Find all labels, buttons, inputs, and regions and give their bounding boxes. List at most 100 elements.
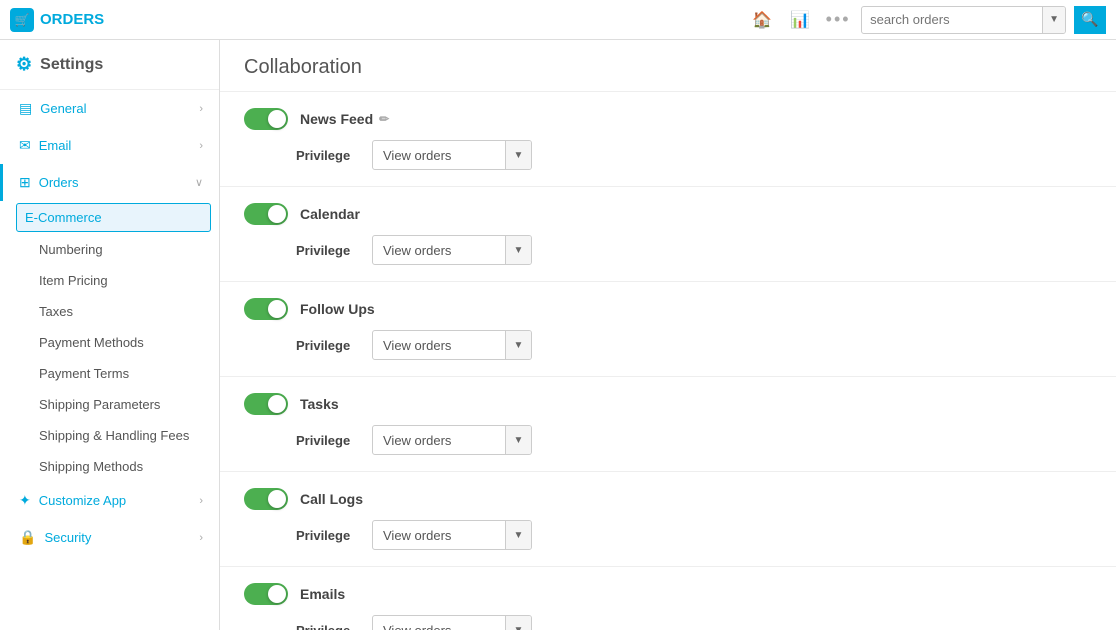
row-title-calendar: Calendar	[300, 206, 360, 222]
logo-icon: 🛒	[10, 8, 34, 32]
collab-row-follow-ups: Follow Ups Privilege View orders ▼	[220, 282, 1116, 377]
edit-icon[interactable]: ✏	[379, 112, 389, 126]
general-icon: ▤	[19, 100, 32, 117]
sidebar-sub-item-shipping-handling-fees[interactable]: Shipping & Handling Fees	[0, 420, 219, 451]
privilege-dropdown-arrow[interactable]: ▼	[505, 616, 531, 630]
lock-icon: 🔒	[19, 529, 36, 546]
privilege-label-call-logs: Privilege	[296, 528, 356, 543]
toggle-knob	[268, 110, 286, 128]
sidebar: ⚙ Settings ▤ General › ✉ Email › ⊞ Order…	[0, 40, 220, 630]
privilege-dropdown-arrow[interactable]: ▼	[505, 521, 531, 549]
sidebar-sub-item-payment-terms[interactable]: Payment Terms	[0, 358, 219, 389]
privilege-value-call-logs: View orders	[373, 528, 505, 543]
email-icon: ✉	[19, 137, 31, 154]
sidebar-label-general: General	[40, 101, 86, 116]
row-top-tasks: Tasks	[244, 393, 1092, 415]
collab-row-news-feed: News Feed ✏ Privilege View orders ▼	[220, 92, 1116, 187]
privilege-row-follow-ups: Privilege View orders ▼	[244, 330, 1092, 360]
customize-icon: ✦	[19, 492, 31, 509]
privilege-label-news-feed: Privilege	[296, 148, 356, 163]
row-top-emails: Emails	[244, 583, 1092, 605]
app-logo: 🛒 ORDERS	[10, 8, 104, 32]
row-top-call-logs: Call Logs	[244, 488, 1092, 510]
privilege-select-follow-ups[interactable]: View orders ▼	[372, 330, 532, 360]
sidebar-sub-item-ecommerce[interactable]: E-Commerce	[16, 203, 211, 232]
privilege-value-tasks: View orders	[373, 433, 505, 448]
privilege-label-calendar: Privilege	[296, 243, 356, 258]
more-icon[interactable]: •••	[823, 5, 853, 35]
sidebar-item-orders[interactable]: ⊞ Orders ∨	[0, 164, 219, 201]
privilege-label-emails: Privilege	[296, 623, 356, 630]
privilege-row-news-feed: Privilege View orders ▼	[244, 140, 1092, 170]
toggle-knob	[268, 395, 286, 413]
toggle-follow-ups[interactable]	[244, 298, 288, 320]
chevron-right-icon: ›	[199, 140, 203, 152]
privilege-value-emails: View orders	[373, 623, 505, 630]
privilege-dropdown-arrow[interactable]: ▼	[505, 426, 531, 454]
row-title-emails: Emails	[300, 586, 345, 602]
privilege-value-follow-ups: View orders	[373, 338, 505, 353]
search-button[interactable]: 🔍	[1074, 6, 1106, 34]
main-layout: ⚙ Settings ▤ General › ✉ Email › ⊞ Order…	[0, 40, 1116, 630]
orders-icon: ⊞	[19, 174, 31, 191]
chevron-right-icon: ›	[199, 532, 203, 544]
sidebar-sub-item-payment-methods[interactable]: Payment Methods	[0, 327, 219, 358]
privilege-select-emails[interactable]: View orders ▼	[372, 615, 532, 630]
privilege-select-call-logs[interactable]: View orders ▼	[372, 520, 532, 550]
privilege-value-calendar: View orders	[373, 243, 505, 258]
row-title-tasks: Tasks	[300, 396, 339, 412]
sidebar-item-general[interactable]: ▤ General ›	[0, 90, 219, 127]
collaboration-rows: News Feed ✏ Privilege View orders ▼ Cale…	[220, 92, 1116, 630]
search-container: ▼	[861, 6, 1066, 34]
privilege-row-tasks: Privilege View orders ▼	[244, 425, 1092, 455]
main-content: Collaboration News Feed ✏ Privilege View…	[220, 40, 1116, 630]
toggle-knob	[268, 490, 286, 508]
privilege-row-emails: Privilege View orders ▼	[244, 615, 1092, 630]
privilege-select-tasks[interactable]: View orders ▼	[372, 425, 532, 455]
privilege-dropdown-arrow[interactable]: ▼	[505, 141, 531, 169]
toggle-call-logs[interactable]	[244, 488, 288, 510]
privilege-dropdown-arrow[interactable]: ▼	[505, 236, 531, 264]
chevron-down-icon: ∨	[195, 176, 203, 189]
privilege-select-calendar[interactable]: View orders ▼	[372, 235, 532, 265]
toggle-news-feed[interactable]	[244, 108, 288, 130]
privilege-value-news-feed: View orders	[373, 148, 505, 163]
row-top-calendar: Calendar	[244, 203, 1092, 225]
sidebar-sub-item-shipping-parameters[interactable]: Shipping Parameters	[0, 389, 219, 420]
privilege-row-calendar: Privilege View orders ▼	[244, 235, 1092, 265]
sidebar-sub-item-shipping-methods[interactable]: Shipping Methods	[0, 451, 219, 482]
search-input[interactable]	[862, 12, 1042, 27]
sidebar-sub-item-item-pricing[interactable]: Item Pricing	[0, 265, 219, 296]
sidebar-label-customize-app: Customize App	[39, 493, 126, 508]
app-name: ORDERS	[40, 11, 104, 28]
privilege-row-call-logs: Privilege View orders ▼	[244, 520, 1092, 550]
sidebar-label-security: Security	[44, 530, 91, 545]
sidebar-label-orders: Orders	[39, 175, 79, 190]
chevron-right-icon: ›	[199, 103, 203, 115]
sidebar-sub-item-taxes[interactable]: Taxes	[0, 296, 219, 327]
privilege-select-news-feed[interactable]: View orders ▼	[372, 140, 532, 170]
toggle-calendar[interactable]	[244, 203, 288, 225]
topbar: 🛒 ORDERS 🏠 📊 ••• ▼ 🔍	[0, 0, 1116, 40]
sidebar-item-customize-app[interactable]: ✦ Customize App ›	[0, 482, 219, 519]
chevron-right-icon: ›	[199, 495, 203, 507]
orders-submenu: E-Commerce Numbering Item Pricing Taxes …	[0, 203, 219, 482]
toggle-tasks[interactable]	[244, 393, 288, 415]
row-title-news-feed: News Feed ✏	[300, 111, 389, 127]
search-dropdown-button[interactable]: ▼	[1042, 7, 1065, 33]
toggle-emails[interactable]	[244, 583, 288, 605]
sidebar-item-email[interactable]: ✉ Email ›	[0, 127, 219, 164]
home-icon[interactable]: 🏠	[747, 5, 777, 35]
collab-row-emails: Emails Privilege View orders ▼ Include H…	[220, 567, 1116, 630]
sidebar-item-security[interactable]: 🔒 Security ›	[0, 519, 219, 556]
sidebar-sub-item-numbering[interactable]: Numbering	[0, 234, 219, 265]
privilege-label-tasks: Privilege	[296, 433, 356, 448]
collab-row-tasks: Tasks Privilege View orders ▼	[220, 377, 1116, 472]
privilege-label-follow-ups: Privilege	[296, 338, 356, 353]
row-title-follow-ups: Follow Ups	[300, 301, 375, 317]
toggle-knob	[268, 300, 286, 318]
section-title: Collaboration	[220, 40, 1116, 92]
toggle-knob	[268, 585, 286, 603]
chart-icon[interactable]: 📊	[785, 5, 815, 35]
privilege-dropdown-arrow[interactable]: ▼	[505, 331, 531, 359]
